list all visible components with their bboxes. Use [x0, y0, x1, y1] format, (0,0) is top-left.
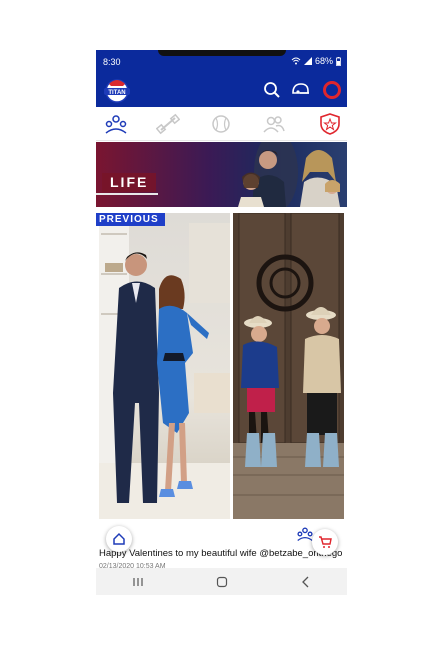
battery-icon [336, 56, 341, 66]
friends-icon[interactable] [262, 113, 286, 135]
previous-badge[interactable]: PREVIOUS [96, 213, 165, 226]
post-caption: Happy Valentines to my beautiful wife @b… [99, 548, 343, 559]
system-nav-bar [96, 568, 347, 595]
back-icon[interactable] [301, 576, 311, 588]
phone-screen: 8:30 68% TITAN LIFE PREVIOUS Happy Valen… [96, 50, 347, 595]
profile-ring-icon[interactable] [322, 80, 342, 100]
helmet-icon[interactable] [290, 80, 310, 100]
wifi-icon [291, 57, 301, 65]
category-nav [96, 107, 347, 141]
signal-icon [303, 57, 312, 65]
titan-logo[interactable]: TITAN [101, 75, 133, 103]
search-icon[interactable] [262, 80, 282, 100]
kids-illustration [233, 213, 344, 519]
post-photos[interactable] [96, 213, 347, 519]
banner-title: LIFE [102, 173, 157, 192]
home-icon [113, 532, 125, 545]
recent-apps-icon[interactable] [132, 577, 144, 587]
cart-button[interactable] [312, 529, 338, 555]
battery-percent: 68% [314, 56, 333, 66]
banner-underline [96, 193, 158, 195]
logo-text: TITAN [108, 90, 125, 96]
app-header: TITAN [96, 72, 347, 107]
baseball-icon[interactable] [209, 113, 233, 135]
section-banner: LIFE [96, 142, 347, 207]
photo-couple[interactable] [99, 213, 230, 519]
community-icon[interactable] [104, 113, 128, 135]
home-nav-icon[interactable] [216, 576, 228, 588]
badge-star-icon[interactable] [318, 113, 342, 135]
camera-notch [158, 50, 286, 56]
photo-kids[interactable] [233, 213, 344, 519]
cart-icon [319, 536, 332, 548]
home-button[interactable] [106, 526, 132, 552]
couple-illustration [99, 213, 230, 519]
fitness-icon[interactable] [156, 113, 180, 135]
status-time: 8:30 [103, 57, 121, 67]
